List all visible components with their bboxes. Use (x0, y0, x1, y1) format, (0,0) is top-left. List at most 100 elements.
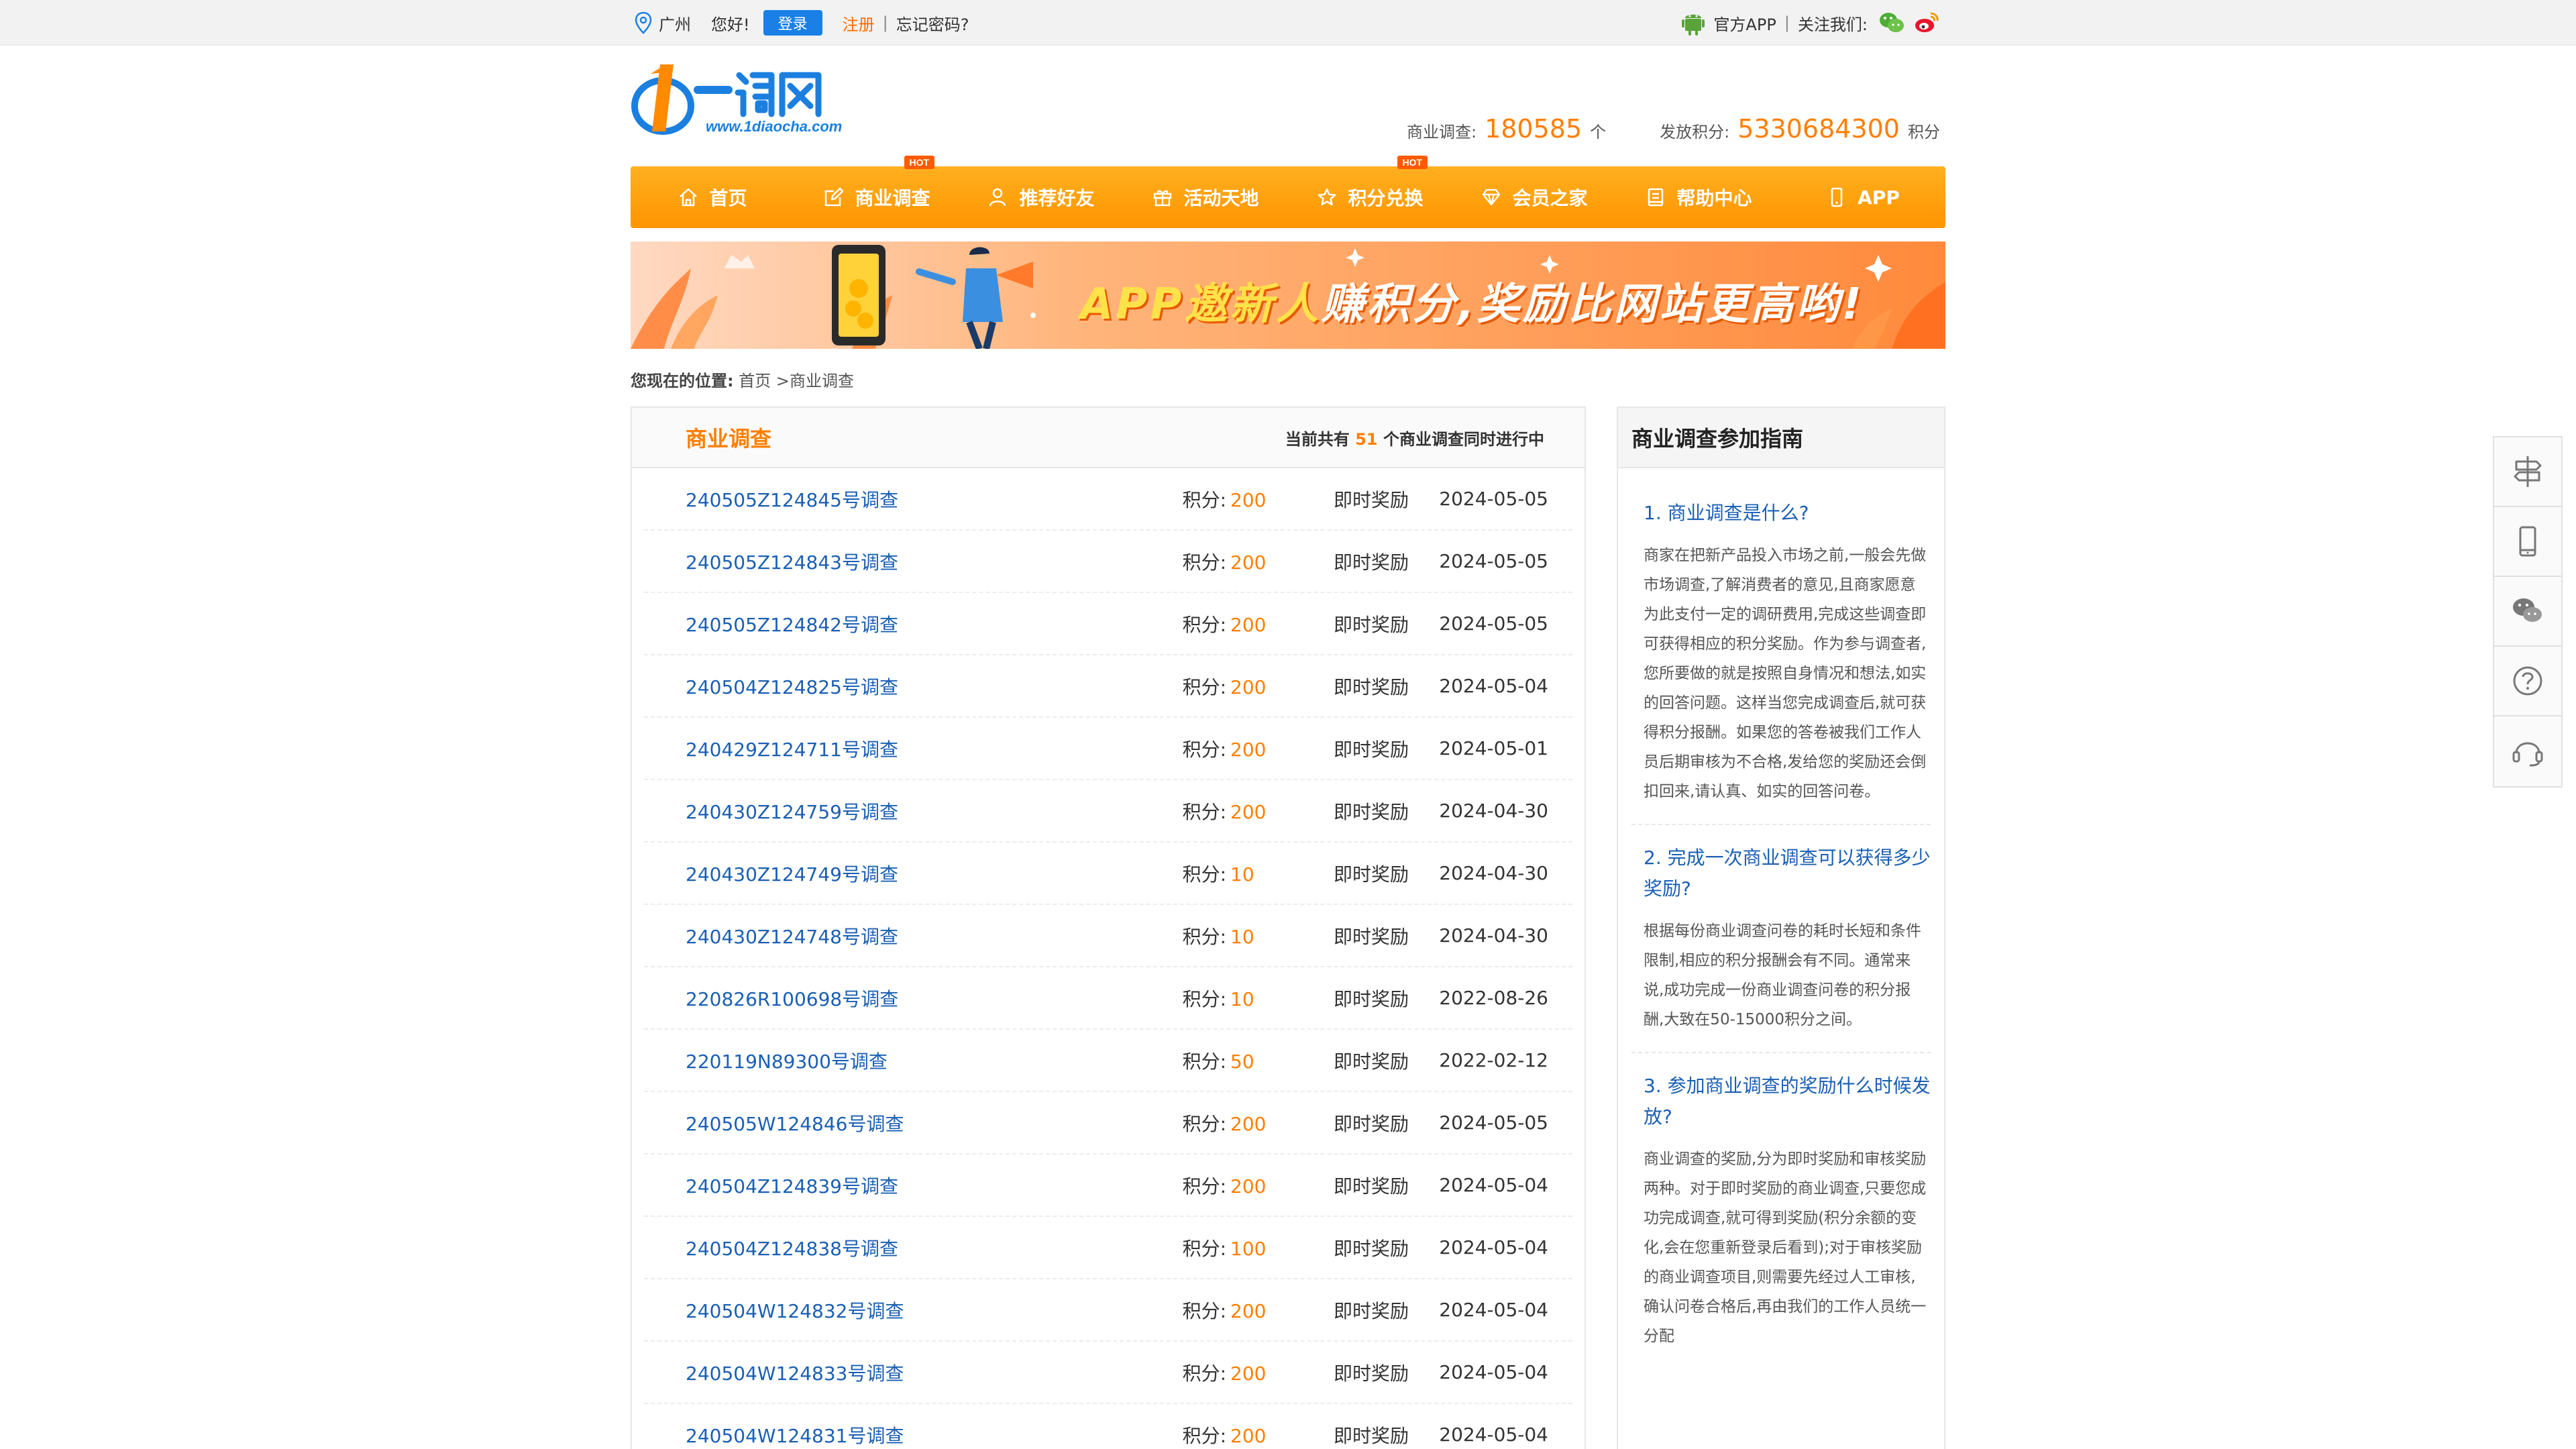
wechat-icon[interactable] (1878, 11, 1905, 35)
nav-item-points-exchange[interactable]: HOT 积分兑换 (1288, 156, 1452, 228)
city-label[interactable]: 广州 (659, 11, 691, 35)
survey-row[interactable]: 240504W124831号调查 积分: 200 即时奖励 2024-05-04 (644, 1404, 1572, 1449)
reward-type: 即时奖励 (1333, 987, 1409, 1010)
divider: | (882, 13, 888, 32)
reward-type: 即时奖励 (1333, 1112, 1409, 1135)
points-value: 200 (1230, 800, 1267, 823)
survey-link[interactable]: 240505Z124843号调查 (644, 548, 1060, 575)
survey-date: 2022-08-26 (1439, 987, 1548, 1009)
survey-link[interactable]: 240505Z124842号调查 (644, 610, 1060, 637)
survey-link[interactable]: 240430Z124748号调查 (644, 922, 1060, 949)
survey-guide-panel: 商业调查参加指南 1. 商业调查是什么? 商家在把新产品投入市场之前,一般会先做… (1617, 407, 1945, 1449)
reward-type: 即时奖励 (1333, 1175, 1409, 1197)
register-link[interactable]: 注册 (843, 11, 875, 35)
nav-label: 推荐好友 (1019, 187, 1095, 209)
points-value: 10 (1230, 863, 1254, 885)
survey-row[interactable]: 240504Z124825号调查 积分: 200 即时奖励 2024-05-04 (644, 655, 1572, 718)
reward-type: 即时奖励 (1333, 613, 1409, 636)
points-value: 200 (1230, 738, 1267, 761)
customer-service-button[interactable] (2494, 716, 2561, 786)
survey-link[interactable]: 240504Z124839号调查 (644, 1172, 1060, 1199)
survey-points: 积分: 100 (1060, 1234, 1275, 1261)
main-nav: 首页 HOT 商业调查 推荐好友 活动天地 HOT 积分兑换 会员之家 帮助中心… (631, 156, 1945, 228)
survey-date: 2022-02-12 (1439, 1049, 1548, 1071)
nav-item-activities[interactable]: 活动天地 (1124, 166, 1288, 228)
survey-row[interactable]: 240504Z124839号调查 积分: 200 即时奖励 2024-05-04 (644, 1155, 1572, 1217)
site-logo[interactable]: www.1diaocha.com (631, 59, 845, 140)
nav-item-help-center[interactable]: 帮助中心 (1617, 166, 1781, 228)
breadcrumb-path[interactable]: 首页 >商业调查 (739, 372, 854, 390)
nav-item-refer-friends[interactable]: 推荐好友 (959, 166, 1124, 228)
weibo-icon[interactable] (1913, 11, 1940, 35)
survey-link[interactable]: 240430Z124749号调查 (644, 860, 1060, 887)
survey-link[interactable]: 240429Z124711号调查 (644, 735, 1060, 762)
wechat-button[interactable] (2494, 577, 2561, 647)
points-issued-label: 发放积分: (1660, 123, 1730, 142)
help-button[interactable] (2494, 647, 2561, 716)
guide-section: 3. 参加商业调查的奖励什么时候发放? 商业调查的奖励,分为即时奖励和审核奖励两… (1631, 1053, 1931, 1368)
banner-headline: APP邀新人赚积分,奖励比网站更高哟! (1080, 270, 1864, 331)
hot-badge: HOT (904, 156, 935, 169)
nav-item-home[interactable]: 首页 (631, 166, 795, 228)
survey-count-summary: 当前共有 51 个商业调查同时进行中 (1285, 426, 1544, 449)
nav-item-business-survey[interactable]: HOT 商业调查 (795, 156, 959, 228)
survey-row[interactable]: 240430Z124749号调查 积分: 10 即时奖励 2024-04-30 (644, 843, 1572, 905)
points-issued-value: 5330684300 (1737, 114, 1900, 144)
survey-link[interactable]: 240505Z124845号调查 (644, 486, 1060, 513)
survey-date: 2024-05-01 (1439, 737, 1548, 759)
survey-link[interactable]: 240504Z124825号调查 (644, 673, 1060, 700)
survey-row[interactable]: 240505Z124843号调查 积分: 200 即时奖励 2024-05-05 (644, 531, 1572, 593)
points-issued-unit: 积分 (1908, 123, 1940, 142)
guide-question[interactable]: 2. 完成一次商业调查可以获得多少奖励? (1644, 843, 1931, 904)
points-label: 积分: (1182, 676, 1226, 698)
nav-item-member-home[interactable]: 会员之家 (1452, 166, 1617, 228)
survey-link[interactable]: 240504W124833号调查 (644, 1359, 1060, 1386)
survey-count-label: 商业调查: (1406, 123, 1477, 142)
forgot-password-link[interactable]: 忘记密码? (896, 11, 969, 35)
survey-date: 2024-05-05 (1439, 612, 1548, 635)
survey-link[interactable]: 240505W124846号调查 (644, 1110, 1060, 1136)
survey-date: 2024-05-05 (1439, 550, 1548, 572)
hot-badge: HOT (1397, 156, 1428, 169)
survey-row[interactable]: 240505Z124842号调查 积分: 200 即时奖励 2024-05-05 (644, 593, 1572, 655)
signpost-button[interactable] (2494, 437, 2561, 507)
breadcrumb-label: 您现在的位置: (631, 372, 734, 390)
survey-row[interactable]: 240430Z124759号调查 积分: 200 即时奖励 2024-04-30 (644, 780, 1572, 843)
login-button[interactable]: 登录 (763, 10, 822, 36)
survey-date: 2024-04-30 (1439, 924, 1548, 947)
survey-count-unit: 个 (1590, 123, 1607, 142)
promo-banner[interactable]: APP邀新人赚积分,奖励比网站更高哟! (631, 241, 1945, 349)
reward-type: 即时奖励 (1333, 863, 1409, 885)
survey-row[interactable]: 240505Z124845号调查 积分: 200 即时奖励 2024-05-05 (644, 468, 1572, 531)
survey-row[interactable]: 240429Z124711号调查 积分: 200 即时奖励 2024-05-01 (644, 718, 1572, 780)
survey-points: 积分: 10 (1060, 922, 1275, 949)
signpost-icon (2514, 456, 2542, 487)
survey-row[interactable]: 240505W124846号调查 积分: 200 即时奖励 2024-05-05 (644, 1092, 1572, 1155)
official-app-link[interactable]: 官方APP (1713, 11, 1776, 35)
survey-row[interactable]: 240430Z124748号调查 积分: 10 即时奖励 2024-04-30 (644, 905, 1572, 967)
survey-row[interactable]: 220119N89300号调查 积分: 50 即时奖励 2022-02-12 (644, 1030, 1572, 1092)
mobile-app-button[interactable] (2494, 507, 2561, 577)
guide-question[interactable]: 1. 商业调查是什么? (1644, 498, 1931, 529)
survey-link[interactable]: 240430Z124759号调查 (644, 798, 1060, 824)
survey-link[interactable]: 220826R100698号调查 (644, 985, 1060, 1012)
nav-label: APP (1858, 186, 1900, 209)
survey-link[interactable]: 240504W124831号调查 (644, 1421, 1060, 1448)
svg-text:www.1diaocha.com: www.1diaocha.com (706, 118, 842, 135)
guide-question[interactable]: 3. 参加商业调查的奖励什么时候发放? (1644, 1071, 1931, 1132)
survey-row[interactable]: 240504Z124838号调查 积分: 100 即时奖励 2024-05-04 (644, 1217, 1572, 1279)
active-survey-count: 51 (1355, 429, 1378, 449)
survey-points: 积分: 200 (1060, 486, 1275, 513)
nav-item-app[interactable]: APP (1781, 166, 1945, 228)
survey-link[interactable]: 220119N89300号调查 (644, 1047, 1060, 1074)
star-icon (1318, 188, 1336, 206)
survey-row[interactable]: 240504W124832号调查 积分: 200 即时奖励 2024-05-04 (644, 1279, 1572, 1342)
survey-link[interactable]: 240504Z124838号调查 (644, 1234, 1060, 1261)
survey-list-panel: 商业调查 当前共有 51 个商业调查同时进行中 240505Z124845号调查… (631, 407, 1586, 1449)
survey-link[interactable]: 240504W124832号调查 (644, 1297, 1060, 1324)
points-label: 积分: (1182, 1299, 1226, 1322)
points-value: 10 (1230, 987, 1254, 1010)
question-icon (2513, 666, 2542, 696)
survey-row[interactable]: 220826R100698号调查 积分: 10 即时奖励 2022-08-26 (644, 967, 1572, 1030)
survey-row[interactable]: 240504W124833号调查 积分: 200 即时奖励 2024-05-04 (644, 1342, 1572, 1404)
